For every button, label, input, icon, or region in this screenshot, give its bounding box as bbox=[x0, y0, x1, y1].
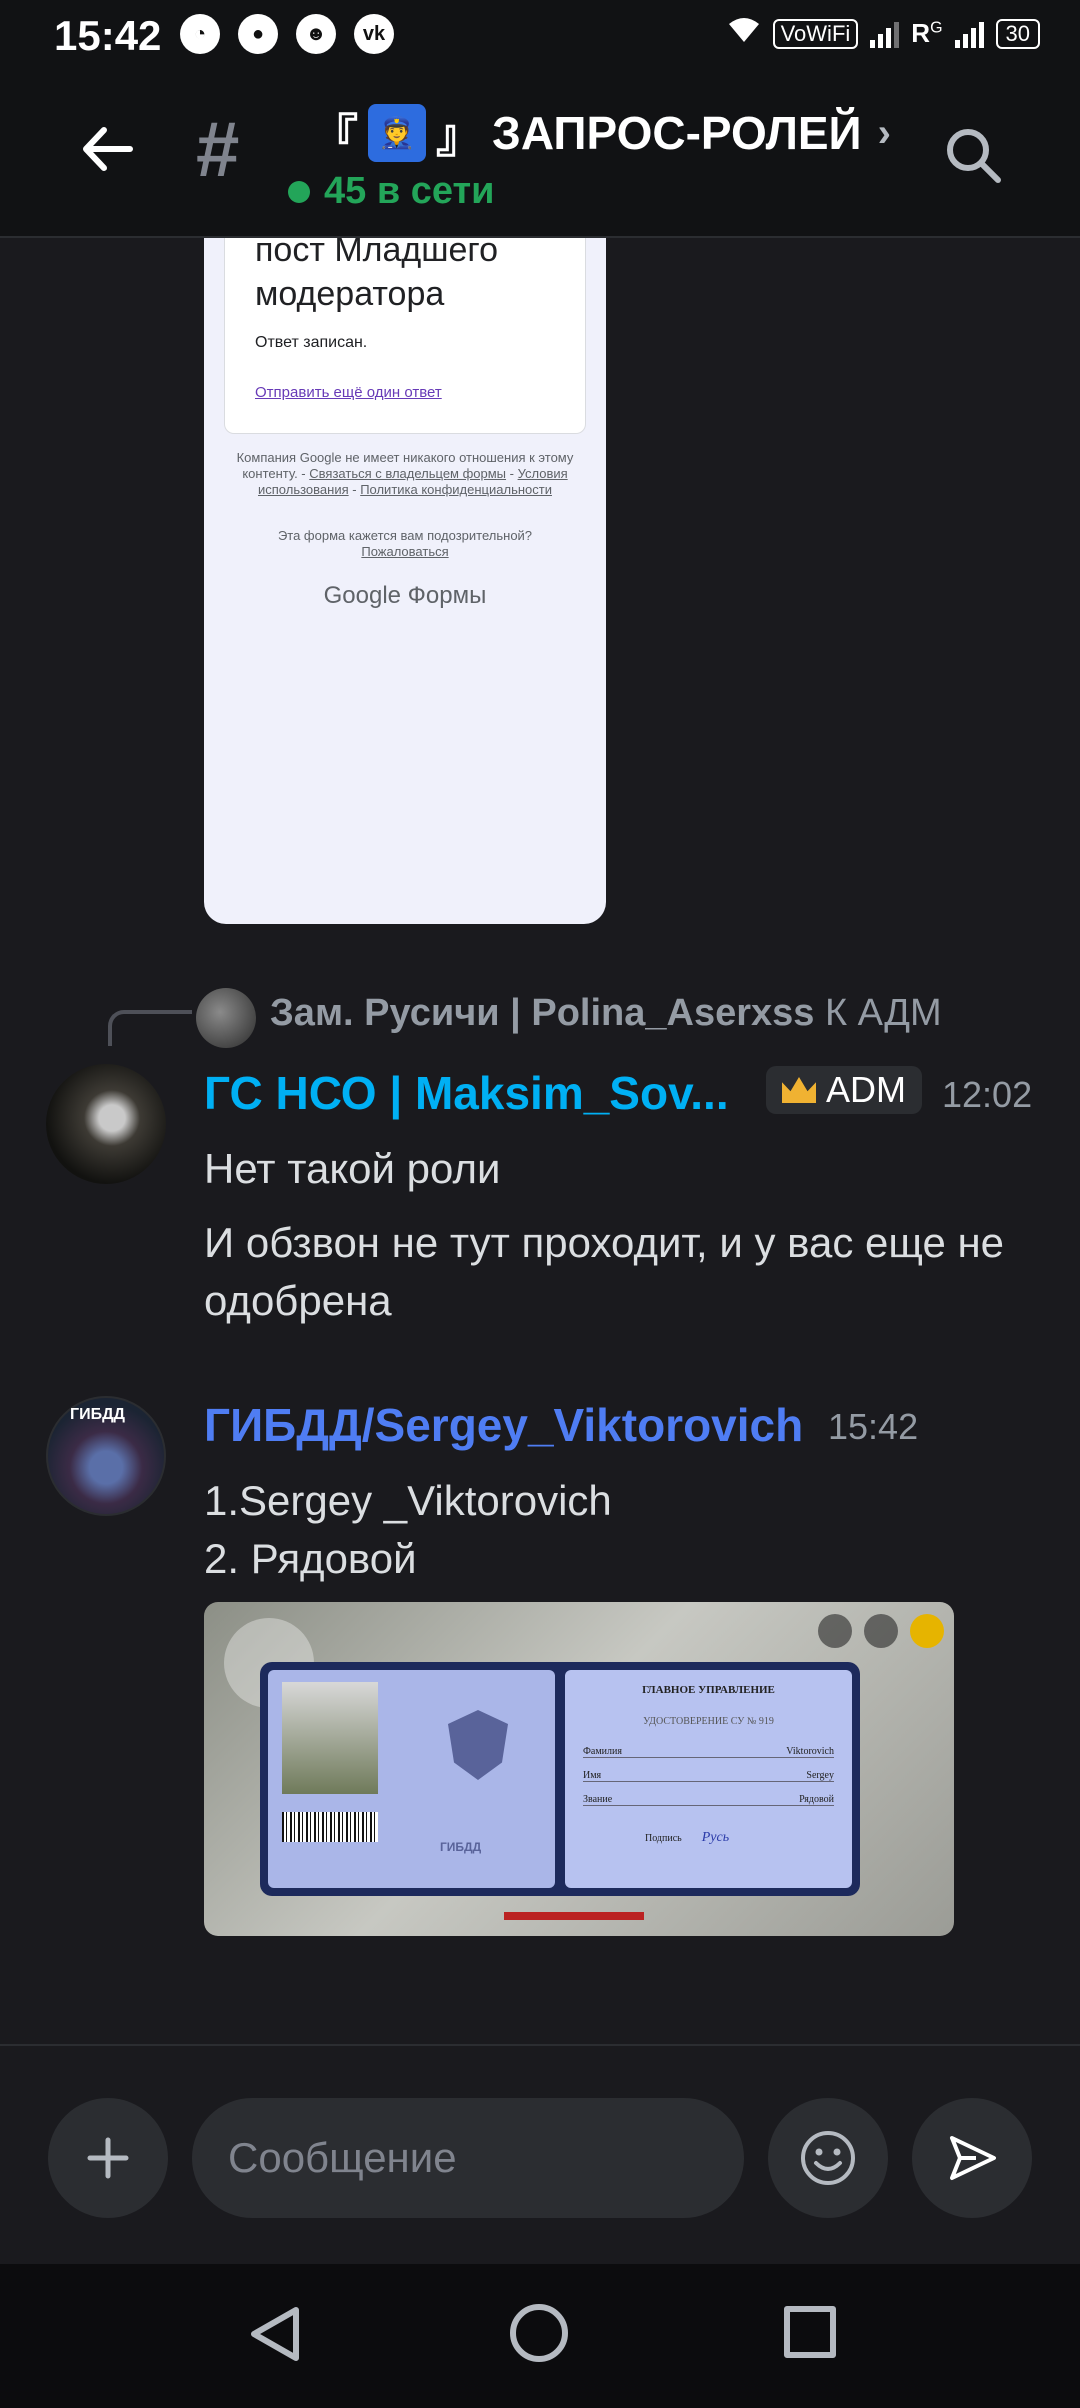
status-time: 15:42 bbox=[54, 12, 162, 59]
message-text: 2. Рядовой bbox=[204, 1535, 417, 1582]
form-heading: пост Младшего модератора bbox=[255, 238, 498, 313]
id-row: Имя Sergey bbox=[583, 1770, 834, 1782]
message-time: 15:42 bbox=[828, 1406, 919, 1447]
form-card: пост Младшего модератора Ответ записан. … bbox=[224, 238, 586, 434]
reply-avatar bbox=[196, 988, 256, 1048]
channel-title[interactable]: 『 👮 』 ЗАПРОС-РОЛЕЙ › bbox=[312, 100, 891, 166]
hash-icon: # bbox=[196, 105, 240, 193]
officer-emoji-icon: 👮 bbox=[368, 104, 426, 162]
signal-icon bbox=[870, 20, 900, 48]
menu-icon bbox=[864, 1614, 898, 1648]
nav-back-icon[interactable] bbox=[246, 2304, 306, 2364]
chevron-right-icon: › bbox=[877, 110, 891, 155]
gibdd-emblem-icon bbox=[448, 1710, 508, 1780]
message-text: Нет такой роли bbox=[204, 1145, 501, 1192]
game-hud-icons bbox=[818, 1614, 944, 1648]
message-author[interactable]: ГИБДД/Sergey_Viktorovich bbox=[204, 1398, 803, 1452]
id-row: Звание Рядовой bbox=[583, 1794, 834, 1806]
role-badge: ADM bbox=[766, 1066, 922, 1114]
emoji-button[interactable] bbox=[768, 2098, 888, 2218]
message-input[interactable] bbox=[192, 2098, 744, 2218]
google-forms-logo: Google Формы bbox=[323, 582, 487, 609]
form-footer: Компания Google не имеет никакого отноше… bbox=[236, 450, 574, 497]
reply-connector bbox=[108, 1010, 192, 1046]
id-card-left: ГИБДД bbox=[268, 1670, 555, 1888]
battery-indicator: 30 bbox=[995, 18, 1040, 49]
id-title: ГЛАВНОЕ УПРАВЛЕНИЕ bbox=[642, 1684, 775, 1696]
send-icon bbox=[950, 2136, 996, 2180]
message-composer bbox=[0, 2044, 1080, 2264]
system-nav-bar bbox=[0, 2264, 1080, 2408]
avatar[interactable] bbox=[46, 1064, 166, 1184]
crown-icon bbox=[782, 1077, 816, 1103]
chat-bubble-icon: ◔ bbox=[180, 14, 220, 54]
signal-icon-2 bbox=[954, 20, 984, 48]
barcode bbox=[282, 1812, 378, 1842]
id-row: Фамилия Viktorovich bbox=[583, 1746, 834, 1758]
roaming-indicator: RG bbox=[911, 18, 943, 48]
id-signature: Подпись Русь bbox=[645, 1830, 730, 1845]
emblem-text: ГИБДД bbox=[440, 1840, 482, 1854]
vk-icon: vk bbox=[354, 14, 394, 54]
nav-recents-icon[interactable] bbox=[784, 2306, 836, 2358]
channel-name: ЗАПРОС-РОЛЕЙ bbox=[492, 107, 862, 159]
send-button[interactable] bbox=[912, 2098, 1032, 2218]
form-screenshot-attachment[interactable]: пост Младшего модератора Ответ записан. … bbox=[204, 238, 606, 924]
game-screenshot-attachment[interactable]: ГИБДД ГЛАВНОЕ УПРАВЛЕНИЕ УДОСТОВЕРЕНИЕ С… bbox=[204, 1602, 954, 1936]
online-count: 45 в сети bbox=[288, 170, 494, 213]
message-icon: ● bbox=[238, 14, 278, 54]
search-icon[interactable] bbox=[944, 126, 1002, 184]
wifi-icon bbox=[727, 16, 761, 51]
back-arrow-icon[interactable] bbox=[80, 122, 134, 176]
avatar[interactable] bbox=[46, 1396, 166, 1516]
message-text: 1.Sergey _Viktorovich bbox=[204, 1477, 612, 1524]
inventory-icon bbox=[818, 1614, 852, 1648]
smiley-icon bbox=[801, 2131, 855, 2185]
online-dot-icon bbox=[288, 180, 310, 203]
message-text: И обзвон не тут проходит, и у вас еще не… bbox=[204, 1219, 1005, 1324]
id-photo bbox=[282, 1682, 378, 1794]
send-another-link: Отправить ещё один ответ bbox=[255, 384, 442, 401]
status-bar: 15:42 ◔ ● ☻ vk VoWiFi RG 30 bbox=[0, 0, 1080, 72]
system-indicators: VoWiFi RG 30 bbox=[727, 16, 1040, 51]
form-recorded-text: Ответ записан. bbox=[255, 334, 368, 351]
cart-icon bbox=[910, 1614, 944, 1648]
channel-header: # 『 👮 』 ЗАПРОС-РОЛЕЙ › 45 в сети bbox=[0, 72, 1080, 238]
id-card: ГИБДД ГЛАВНОЕ УПРАВЛЕНИЕ УДОСТОВЕРЕНИЕ С… bbox=[260, 1662, 860, 1896]
form-suspicious: Эта форма кажется вам подозрительной? По… bbox=[277, 528, 533, 559]
vowifi-indicator: VoWiFi bbox=[772, 18, 859, 49]
id-card-right: ГЛАВНОЕ УПРАВЛЕНИЕ УДОСТОВЕРЕНИЕ СУ № 91… bbox=[565, 1670, 852, 1888]
face-icon: ☻ bbox=[296, 14, 336, 54]
add-attachment-button[interactable] bbox=[48, 2098, 168, 2218]
message-author[interactable]: ГС НСО | Maksim_Sov... bbox=[204, 1066, 729, 1120]
notification-icons: ◔ ● ☻ vk bbox=[180, 14, 394, 54]
id-cert: УДОСТОВЕРЕНИЕ СУ № 919 bbox=[643, 1716, 774, 1727]
health-bar bbox=[504, 1912, 644, 1920]
nav-home-icon[interactable] bbox=[510, 2304, 568, 2362]
reply-preview[interactable]: Зам. Русичи | Polina_Aserxss К АДМ bbox=[270, 992, 942, 1035]
plus-icon bbox=[87, 2137, 129, 2179]
message-time: 12:02 bbox=[942, 1074, 1033, 1115]
